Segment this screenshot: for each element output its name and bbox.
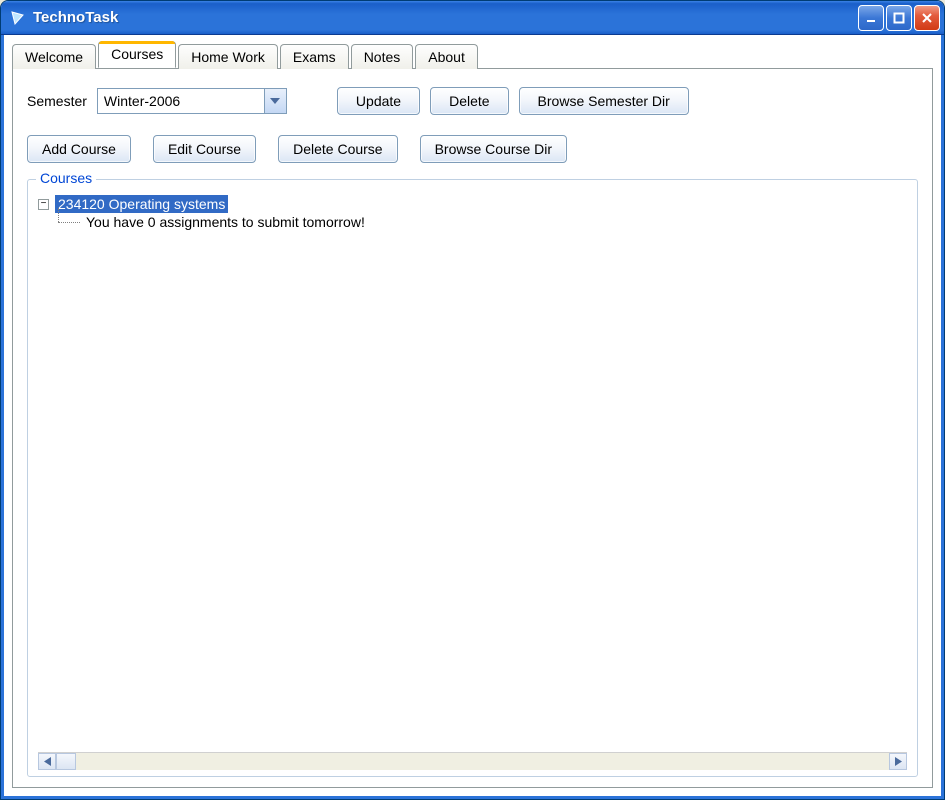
tab-courses[interactable]: Courses — [98, 41, 176, 68]
semester-row: Semester Winter-2006 Update Delete Brows… — [27, 87, 918, 115]
window-controls — [858, 5, 940, 31]
delete-button[interactable]: Delete — [430, 87, 508, 115]
browse-semester-dir-button[interactable]: Browse Semester Dir — [519, 87, 689, 115]
courses-groupbox: Courses − 234120 Operating systems You h… — [27, 179, 918, 777]
arrow-right-icon — [895, 757, 902, 766]
minimize-button[interactable] — [858, 5, 884, 31]
app-icon — [9, 9, 27, 27]
courses-groupbox-body: − 234120 Operating systems You have 0 as… — [28, 180, 917, 776]
semester-combobox[interactable]: Winter-2006 — [97, 88, 287, 114]
update-button[interactable]: Update — [337, 87, 420, 115]
semester-dropdown-button[interactable] — [264, 89, 286, 113]
titlebar[interactable]: TechnoTask — [1, 1, 944, 35]
chevron-down-icon — [270, 98, 280, 104]
maximize-button[interactable] — [886, 5, 912, 31]
tab-about[interactable]: About — [415, 44, 478, 69]
client-area: Welcome Courses Home Work Exams Notes Ab… — [1, 35, 944, 799]
tree-node[interactable]: − 234120 Operating systems — [38, 194, 907, 214]
add-course-button[interactable]: Add Course — [27, 135, 131, 163]
tab-homework[interactable]: Home Work — [178, 44, 278, 69]
scroll-left-button[interactable] — [38, 753, 56, 770]
scroll-track[interactable] — [56, 753, 889, 770]
tab-exams[interactable]: Exams — [280, 44, 349, 69]
tree-child-label: You have 0 assignments to submit tomorro… — [86, 214, 365, 230]
tree-child[interactable]: You have 0 assignments to submit tomorro… — [38, 214, 907, 230]
course-buttons-row: Add Course Edit Course Delete Course Bro… — [27, 135, 918, 163]
tab-panel-courses: Semester Winter-2006 Update Delete Brows… — [12, 69, 933, 788]
delete-course-button[interactable]: Delete Course — [278, 135, 398, 163]
semester-label: Semester — [27, 93, 87, 109]
tree-node-label[interactable]: 234120 Operating systems — [55, 195, 228, 213]
application-window: TechnoTask Welcome Courses Home Work Exa… — [0, 0, 945, 800]
browse-course-dir-button[interactable]: Browse Course Dir — [420, 135, 567, 163]
tab-welcome[interactable]: Welcome — [12, 44, 96, 69]
window-title: TechnoTask — [33, 9, 858, 26]
tabstrip: Welcome Courses Home Work Exams Notes Ab… — [12, 41, 933, 69]
courses-groupbox-label: Courses — [36, 170, 96, 186]
scroll-thumb[interactable] — [56, 753, 76, 770]
semester-value: Winter-2006 — [98, 89, 264, 113]
close-button[interactable] — [914, 5, 940, 31]
arrow-left-icon — [44, 757, 51, 766]
tab-notes[interactable]: Notes — [351, 44, 414, 69]
scroll-right-button[interactable] — [889, 753, 907, 770]
courses-tree[interactable]: − 234120 Operating systems You have 0 as… — [38, 194, 907, 752]
horizontal-scrollbar[interactable] — [38, 752, 907, 770]
tree-collapse-icon[interactable]: − — [38, 199, 49, 210]
edit-course-button[interactable]: Edit Course — [153, 135, 256, 163]
